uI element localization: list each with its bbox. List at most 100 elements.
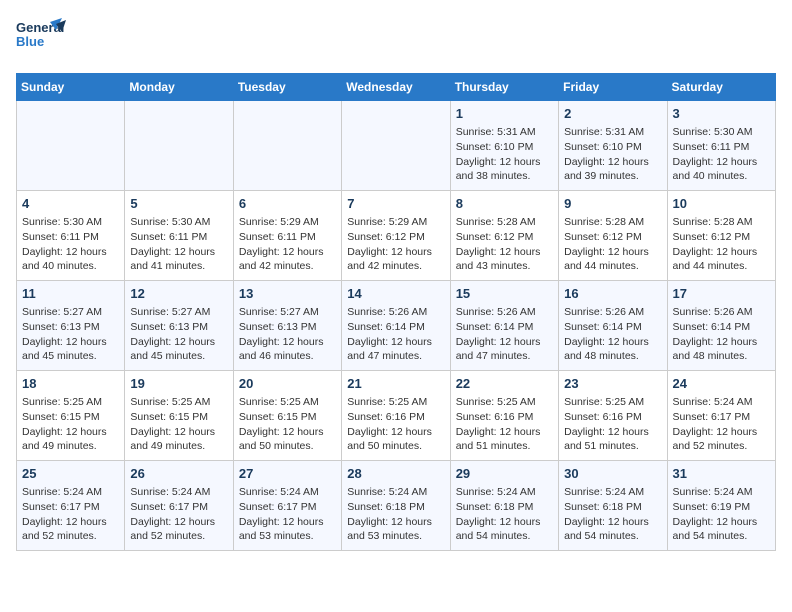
day-info: Daylight: 12 hours bbox=[456, 245, 553, 260]
day-info: Sunrise: 5:24 AM bbox=[456, 485, 553, 500]
day-info: Sunset: 6:17 PM bbox=[239, 500, 336, 515]
calendar-cell: 5Sunrise: 5:30 AMSunset: 6:11 PMDaylight… bbox=[125, 191, 233, 281]
day-number: 31 bbox=[673, 465, 770, 483]
day-info: and 50 minutes. bbox=[239, 439, 336, 454]
calendar-cell: 28Sunrise: 5:24 AMSunset: 6:18 PMDayligh… bbox=[342, 461, 450, 551]
day-info: Daylight: 12 hours bbox=[564, 425, 661, 440]
calendar-cell: 1Sunrise: 5:31 AMSunset: 6:10 PMDaylight… bbox=[450, 101, 558, 191]
calendar-cell: 7Sunrise: 5:29 AMSunset: 6:12 PMDaylight… bbox=[342, 191, 450, 281]
day-info: Daylight: 12 hours bbox=[347, 335, 444, 350]
day-info: and 48 minutes. bbox=[673, 349, 770, 364]
day-info: Sunset: 6:13 PM bbox=[130, 320, 227, 335]
day-number: 14 bbox=[347, 285, 444, 303]
day-info: Daylight: 12 hours bbox=[564, 155, 661, 170]
day-number: 16 bbox=[564, 285, 661, 303]
day-info: Sunrise: 5:27 AM bbox=[239, 305, 336, 320]
day-info: Sunrise: 5:25 AM bbox=[239, 395, 336, 410]
day-info: Sunset: 6:14 PM bbox=[347, 320, 444, 335]
day-number: 8 bbox=[456, 195, 553, 213]
day-info: Sunset: 6:11 PM bbox=[130, 230, 227, 245]
day-info: and 39 minutes. bbox=[564, 169, 661, 184]
day-number: 6 bbox=[239, 195, 336, 213]
day-info: Sunrise: 5:25 AM bbox=[564, 395, 661, 410]
calendar-cell: 18Sunrise: 5:25 AMSunset: 6:15 PMDayligh… bbox=[17, 371, 125, 461]
day-info: and 42 minutes. bbox=[239, 259, 336, 274]
day-info: Daylight: 12 hours bbox=[456, 155, 553, 170]
day-number: 4 bbox=[22, 195, 119, 213]
calendar-cell: 6Sunrise: 5:29 AMSunset: 6:11 PMDaylight… bbox=[233, 191, 341, 281]
calendar-cell: 21Sunrise: 5:25 AMSunset: 6:16 PMDayligh… bbox=[342, 371, 450, 461]
day-info: Sunset: 6:15 PM bbox=[22, 410, 119, 425]
day-info: Sunrise: 5:26 AM bbox=[673, 305, 770, 320]
day-number: 20 bbox=[239, 375, 336, 393]
calendar-cell: 17Sunrise: 5:26 AMSunset: 6:14 PMDayligh… bbox=[667, 281, 775, 371]
day-info: and 41 minutes. bbox=[130, 259, 227, 274]
day-info: Sunrise: 5:30 AM bbox=[673, 125, 770, 140]
day-info: Sunset: 6:15 PM bbox=[239, 410, 336, 425]
day-header-friday: Friday bbox=[559, 74, 667, 101]
day-info: Daylight: 12 hours bbox=[22, 515, 119, 530]
day-info: Sunrise: 5:24 AM bbox=[239, 485, 336, 500]
day-info: Sunrise: 5:28 AM bbox=[564, 215, 661, 230]
day-info: Sunrise: 5:25 AM bbox=[22, 395, 119, 410]
day-info: and 46 minutes. bbox=[239, 349, 336, 364]
day-info: Daylight: 12 hours bbox=[673, 515, 770, 530]
day-info: Daylight: 12 hours bbox=[673, 155, 770, 170]
day-info: and 44 minutes. bbox=[564, 259, 661, 274]
day-info: and 53 minutes. bbox=[347, 529, 444, 544]
day-header-sunday: Sunday bbox=[17, 74, 125, 101]
day-number: 9 bbox=[564, 195, 661, 213]
day-info: Sunset: 6:17 PM bbox=[130, 500, 227, 515]
day-info: Sunrise: 5:24 AM bbox=[347, 485, 444, 500]
calendar-cell: 2Sunrise: 5:31 AMSunset: 6:10 PMDaylight… bbox=[559, 101, 667, 191]
calendar-cell: 27Sunrise: 5:24 AMSunset: 6:17 PMDayligh… bbox=[233, 461, 341, 551]
calendar-cell bbox=[17, 101, 125, 191]
day-info: Sunset: 6:12 PM bbox=[347, 230, 444, 245]
day-info: Sunset: 6:12 PM bbox=[564, 230, 661, 245]
day-info: Sunset: 6:12 PM bbox=[673, 230, 770, 245]
day-info: Sunset: 6:11 PM bbox=[673, 140, 770, 155]
day-info: and 49 minutes. bbox=[22, 439, 119, 454]
day-info: Daylight: 12 hours bbox=[456, 335, 553, 350]
day-info: and 50 minutes. bbox=[347, 439, 444, 454]
calendar-cell: 8Sunrise: 5:28 AMSunset: 6:12 PMDaylight… bbox=[450, 191, 558, 281]
day-info: and 47 minutes. bbox=[347, 349, 444, 364]
day-info: Sunset: 6:14 PM bbox=[673, 320, 770, 335]
calendar-cell: 16Sunrise: 5:26 AMSunset: 6:14 PMDayligh… bbox=[559, 281, 667, 371]
calendar-cell: 26Sunrise: 5:24 AMSunset: 6:17 PMDayligh… bbox=[125, 461, 233, 551]
calendar-cell: 22Sunrise: 5:25 AMSunset: 6:16 PMDayligh… bbox=[450, 371, 558, 461]
day-info: and 52 minutes. bbox=[22, 529, 119, 544]
day-info: Daylight: 12 hours bbox=[347, 515, 444, 530]
calendar-cell: 10Sunrise: 5:28 AMSunset: 6:12 PMDayligh… bbox=[667, 191, 775, 281]
day-info: Sunset: 6:12 PM bbox=[456, 230, 553, 245]
svg-text:Blue: Blue bbox=[16, 34, 44, 49]
day-info: Sunset: 6:14 PM bbox=[456, 320, 553, 335]
day-info: Sunrise: 5:24 AM bbox=[22, 485, 119, 500]
day-info: Sunset: 6:11 PM bbox=[22, 230, 119, 245]
day-info: Sunset: 6:10 PM bbox=[456, 140, 553, 155]
day-number: 22 bbox=[456, 375, 553, 393]
day-info: Sunset: 6:13 PM bbox=[22, 320, 119, 335]
day-info: Daylight: 12 hours bbox=[130, 515, 227, 530]
day-info: and 40 minutes. bbox=[22, 259, 119, 274]
day-info: and 49 minutes. bbox=[130, 439, 227, 454]
day-info: Sunrise: 5:31 AM bbox=[564, 125, 661, 140]
day-info: Sunrise: 5:29 AM bbox=[347, 215, 444, 230]
day-info: Sunset: 6:17 PM bbox=[673, 410, 770, 425]
day-number: 19 bbox=[130, 375, 227, 393]
day-number: 30 bbox=[564, 465, 661, 483]
calendar-cell: 9Sunrise: 5:28 AMSunset: 6:12 PMDaylight… bbox=[559, 191, 667, 281]
day-info: and 40 minutes. bbox=[673, 169, 770, 184]
day-info: Daylight: 12 hours bbox=[347, 425, 444, 440]
day-info: Sunrise: 5:28 AM bbox=[673, 215, 770, 230]
day-info: Sunset: 6:16 PM bbox=[456, 410, 553, 425]
day-info: and 44 minutes. bbox=[673, 259, 770, 274]
day-info: Daylight: 12 hours bbox=[22, 335, 119, 350]
page-header: GeneralBlue bbox=[16, 16, 776, 61]
day-info: Sunset: 6:15 PM bbox=[130, 410, 227, 425]
week-row-3: 11Sunrise: 5:27 AMSunset: 6:13 PMDayligh… bbox=[17, 281, 776, 371]
day-header-thursday: Thursday bbox=[450, 74, 558, 101]
day-info: and 51 minutes. bbox=[456, 439, 553, 454]
day-number: 2 bbox=[564, 105, 661, 123]
day-number: 25 bbox=[22, 465, 119, 483]
